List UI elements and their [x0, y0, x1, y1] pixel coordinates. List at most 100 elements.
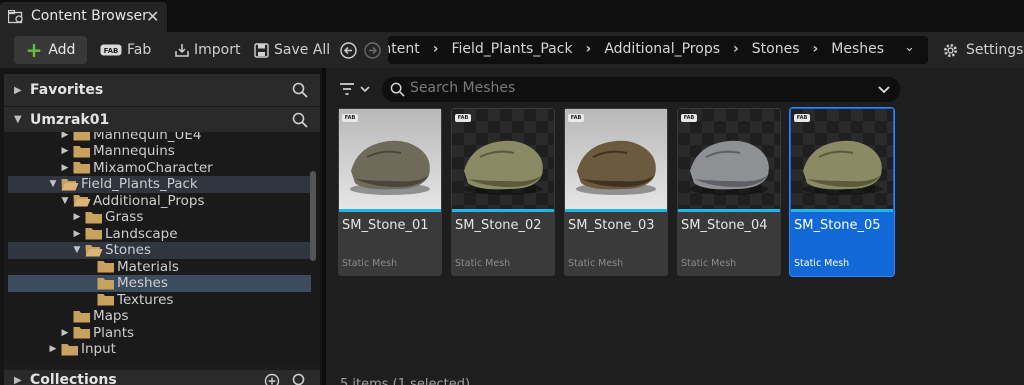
tree-item[interactable]: ▶ Mannequin_UE4 — [8, 132, 311, 143]
tree-scrollbar[interactable] — [310, 171, 316, 261]
tree-item-label: Maps — [93, 308, 129, 324]
asset-type: Static Mesh — [794, 258, 850, 269]
settings-button[interactable]: Settings — [942, 36, 1023, 64]
chevron-right-icon[interactable]: ▶ — [60, 132, 70, 140]
tree-item[interactable]: ▶ MixamoCharacter — [8, 159, 311, 176]
content-browser-icon — [8, 10, 23, 24]
fab-button[interactable]: FAB Fab — [100, 36, 151, 64]
breadcrumb-separator-icon[interactable]: › — [733, 41, 739, 57]
tree-item-label: Meshes — [117, 275, 168, 291]
asset-tile[interactable]: FAB SM_Stone_03 Static Mesh — [564, 108, 668, 276]
save-all-label: Save All — [274, 42, 331, 58]
tab-title: Content Browser — [31, 8, 148, 24]
tree-item[interactable]: ▶ Mannequins — [8, 143, 311, 160]
tree-item[interactable]: Materials — [8, 258, 311, 275]
search-field[interactable]: Search Meshes — [382, 77, 900, 102]
tree-item-label: Materials — [117, 258, 179, 275]
breadcrumb-separator-icon[interactable]: › — [586, 41, 592, 57]
folder-icon — [85, 228, 102, 240]
breadcrumb-item[interactable]: Additional_Props — [604, 41, 720, 57]
add-button[interactable]: + Add — [14, 36, 87, 64]
folder-icon — [61, 343, 78, 355]
chevron-right-icon[interactable]: ▶ — [48, 344, 58, 354]
sources-panel: ▶ Favorites ▼ Umzrak01 ▶ Mannequin_UE4 ▶ Ma… — [4, 74, 320, 385]
tree-item[interactable]: ▼ Additional_Props — [8, 192, 311, 209]
chevron-right-icon[interactable]: ▶ — [60, 163, 70, 173]
asset-type: Static Mesh — [455, 258, 511, 269]
tree-item[interactable]: Maps — [8, 308, 311, 325]
tree-item-label: Input — [81, 341, 116, 357]
search-icon[interactable] — [292, 373, 308, 385]
asset-tile[interactable]: FAB SM_Stone_01 Static Mesh — [338, 108, 442, 276]
save-all-button[interactable]: Save All — [254, 36, 330, 64]
folder-icon — [73, 162, 90, 174]
folder-icon — [97, 261, 114, 273]
collections-header[interactable]: ▶ Collections — [4, 370, 320, 385]
chevron-right-icon[interactable]: ▶ — [72, 212, 82, 222]
folder-open-icon — [73, 195, 91, 207]
save-icon — [254, 42, 269, 58]
close-icon[interactable]: ✕ — [146, 7, 159, 26]
fab-badge-icon: FAB — [342, 114, 358, 122]
folder-open-icon — [61, 178, 79, 190]
breadcrumb-separator-icon[interactable]: › — [433, 41, 439, 57]
tree-item-label: Mannequins — [93, 143, 175, 159]
chevron-down-icon[interactable]: ▼ — [72, 245, 82, 255]
tree-item-label: Textures — [117, 291, 174, 308]
folder-tree: ▶ Mannequin_UE4 ▶ Mannequins ▶ MixamoCharacte… — [4, 132, 320, 364]
tree-item[interactable]: ▶ Landscape — [8, 225, 311, 242]
tree-item[interactable]: Meshes — [8, 274, 311, 292]
chevron-right-icon[interactable]: ▶ — [60, 146, 70, 156]
asset-thumbnail: FAB — [678, 109, 780, 211]
import-button[interactable]: Import — [174, 36, 240, 64]
asset-type-color-bar — [565, 209, 667, 212]
stone-mesh-icon — [576, 140, 656, 195]
status-text: 5 items (1 selected) — [340, 377, 471, 385]
chevron-right-icon[interactable]: ▶ — [60, 328, 70, 338]
favorites-title: Favorites — [30, 82, 104, 98]
stone-mesh-icon — [689, 140, 769, 195]
tree-item[interactable]: Textures — [8, 291, 311, 308]
asset-tile[interactable]: FAB SM_Stone_05 Static Mesh — [789, 107, 895, 277]
filter-icon[interactable] — [338, 80, 374, 100]
search-icon[interactable] — [292, 82, 308, 98]
breadcrumb-item[interactable]: Meshes — [831, 41, 884, 57]
tree-item[interactable]: ▶ Grass — [8, 209, 311, 226]
breadcrumb-item[interactable]: Field_Plants_Pack — [451, 41, 572, 57]
asset-thumbnail: FAB — [339, 109, 441, 211]
fab-icon: FAB — [100, 44, 122, 56]
asset-name: SM_Stone_01 — [342, 218, 429, 233]
asset-view: Search Meshes FAB SM_Stone_01 Static Mesh F… — [326, 68, 1024, 385]
project-header[interactable]: ▼ Umzrak01 — [4, 107, 320, 132]
breadcrumb-item[interactable]: Content — [388, 41, 420, 57]
asset-thumbnail: FAB — [791, 109, 893, 211]
breadcrumb-separator-icon[interactable]: › — [813, 41, 819, 57]
back-arrow-icon[interactable] — [340, 42, 357, 59]
asset-type: Static Mesh — [681, 258, 737, 269]
asset-tile[interactable]: FAB SM_Stone_04 Static Mesh — [677, 108, 781, 276]
chevron-right-icon[interactable]: ▶ — [72, 229, 82, 239]
folder-icon — [73, 310, 90, 322]
chevron-down-icon[interactable]: ▼ — [60, 196, 70, 206]
favorites-header[interactable]: ▶ Favorites — [4, 74, 320, 106]
folder-icon — [73, 327, 90, 339]
chevron-down-icon[interactable]: ⌄ — [904, 40, 915, 55]
asset-name: SM_Stone_03 — [568, 218, 655, 233]
tab-content-browser[interactable]: Content Browser ✕ — [0, 2, 167, 32]
tree-item[interactable]: ▼ Field_Plants_Pack — [8, 175, 311, 193]
asset-tile[interactable]: FAB SM_Stone_02 Static Mesh — [451, 108, 555, 276]
tree-item-label: Mannequin_UE4 — [93, 132, 202, 143]
tree-item[interactable]: ▶ Plants — [8, 324, 311, 341]
forward-arrow-icon[interactable] — [364, 42, 381, 59]
tree-item[interactable]: ▼ Stones — [8, 241, 311, 259]
breadcrumb-item[interactable]: Stones — [752, 41, 800, 57]
project-title: Umzrak01 — [30, 111, 110, 128]
fab-label: Fab — [127, 42, 152, 58]
add-collection-icon[interactable] — [264, 373, 280, 385]
plus-icon: + — [25, 38, 43, 62]
chevron-down-icon[interactable]: ▼ — [48, 179, 58, 189]
search-icon[interactable] — [292, 112, 308, 128]
tree-item[interactable]: ▶ Input — [8, 341, 311, 358]
import-label: Import — [194, 42, 241, 58]
chevron-down-icon[interactable] — [878, 85, 890, 94]
